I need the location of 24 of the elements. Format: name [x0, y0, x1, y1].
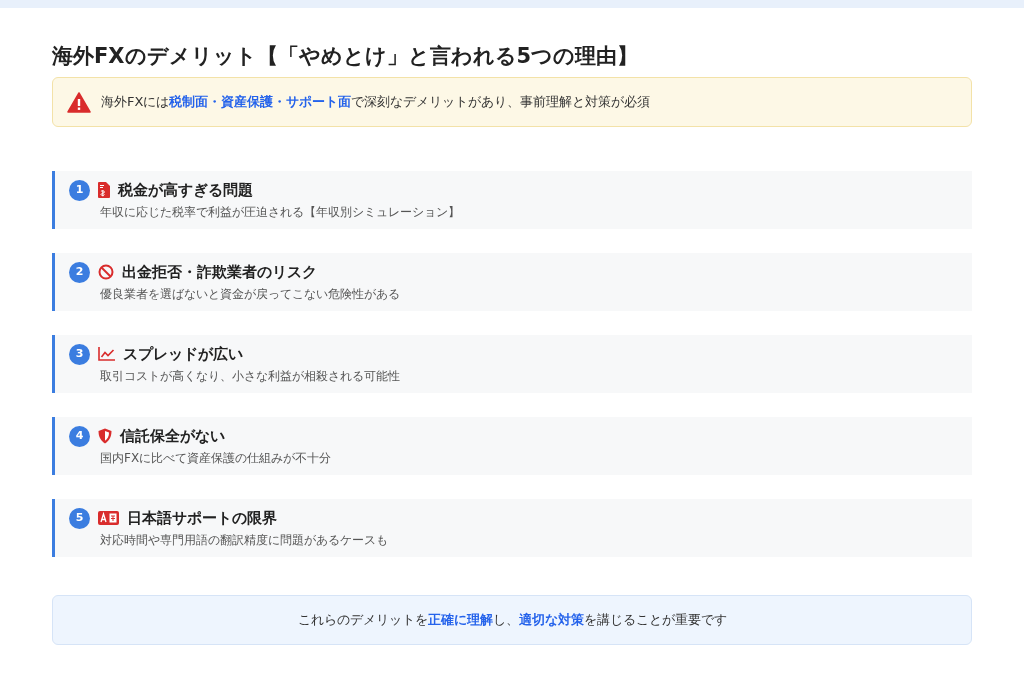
translation-icon [98, 511, 119, 525]
line-chart-icon [98, 347, 115, 361]
reason-heading: 税金が高すぎる問題 [118, 179, 253, 201]
warning-icon [67, 91, 91, 113]
reason-description: 取引コストが高くなり、小さな利益が相殺される可能性 [100, 368, 400, 385]
reason-description: 優良業者を選ばないと資金が戻ってこない危険性がある [100, 286, 400, 303]
document-icon [98, 182, 110, 198]
reason-description: 年収に応じた税率で利益が圧迫される【年収別シミュレーション】 [100, 204, 460, 221]
number-badge: 2 [69, 261, 90, 283]
reason-heading: 出金拒否・詐欺業者のリスク [122, 261, 317, 283]
reason-description: 対応時間や専門用語の翻訳精度に問題があるケースも [100, 532, 388, 549]
number-badge: 3 [69, 343, 90, 365]
number-badge: 4 [69, 425, 90, 447]
reason-heading: 信託保全がない [120, 425, 225, 447]
page-title: 海外FXのデメリット【「やめとけ」と言われる5つの理由】 [52, 43, 640, 70]
prohibited-icon [98, 264, 114, 280]
shield-icon [98, 428, 112, 444]
reason-heading: スプレッドが広い [123, 343, 243, 365]
summary-text: これらのデメリットを正確に理解し、適切な対策を講じることが重要です [297, 611, 727, 630]
reason-description: 国内FXに比べて資産保護の仕組みが不十分 [100, 450, 332, 467]
warning-text: 海外FXには税制面・資産保護・サポート面で深刻なデメリットがあり、事前理解と対策が必須 [101, 93, 651, 112]
reason-heading: 日本語サポートの限界 [127, 507, 277, 529]
number-badge: 5 [69, 507, 90, 529]
number-badge: 1 [69, 179, 90, 201]
